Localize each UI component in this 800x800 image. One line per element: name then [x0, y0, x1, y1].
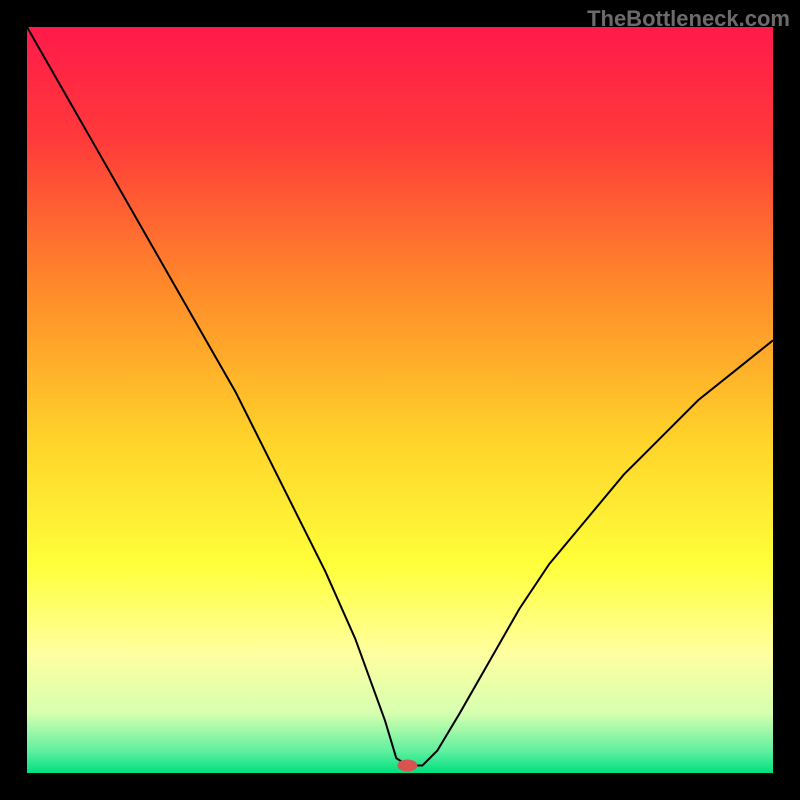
bottleneck-curve — [27, 27, 773, 766]
attribution-text: TheBottleneck.com — [587, 6, 790, 32]
curve-layer — [27, 27, 773, 773]
optimal-point-marker — [397, 760, 417, 772]
plot-area — [27, 27, 773, 773]
chart-container: TheBottleneck.com — [0, 0, 800, 800]
